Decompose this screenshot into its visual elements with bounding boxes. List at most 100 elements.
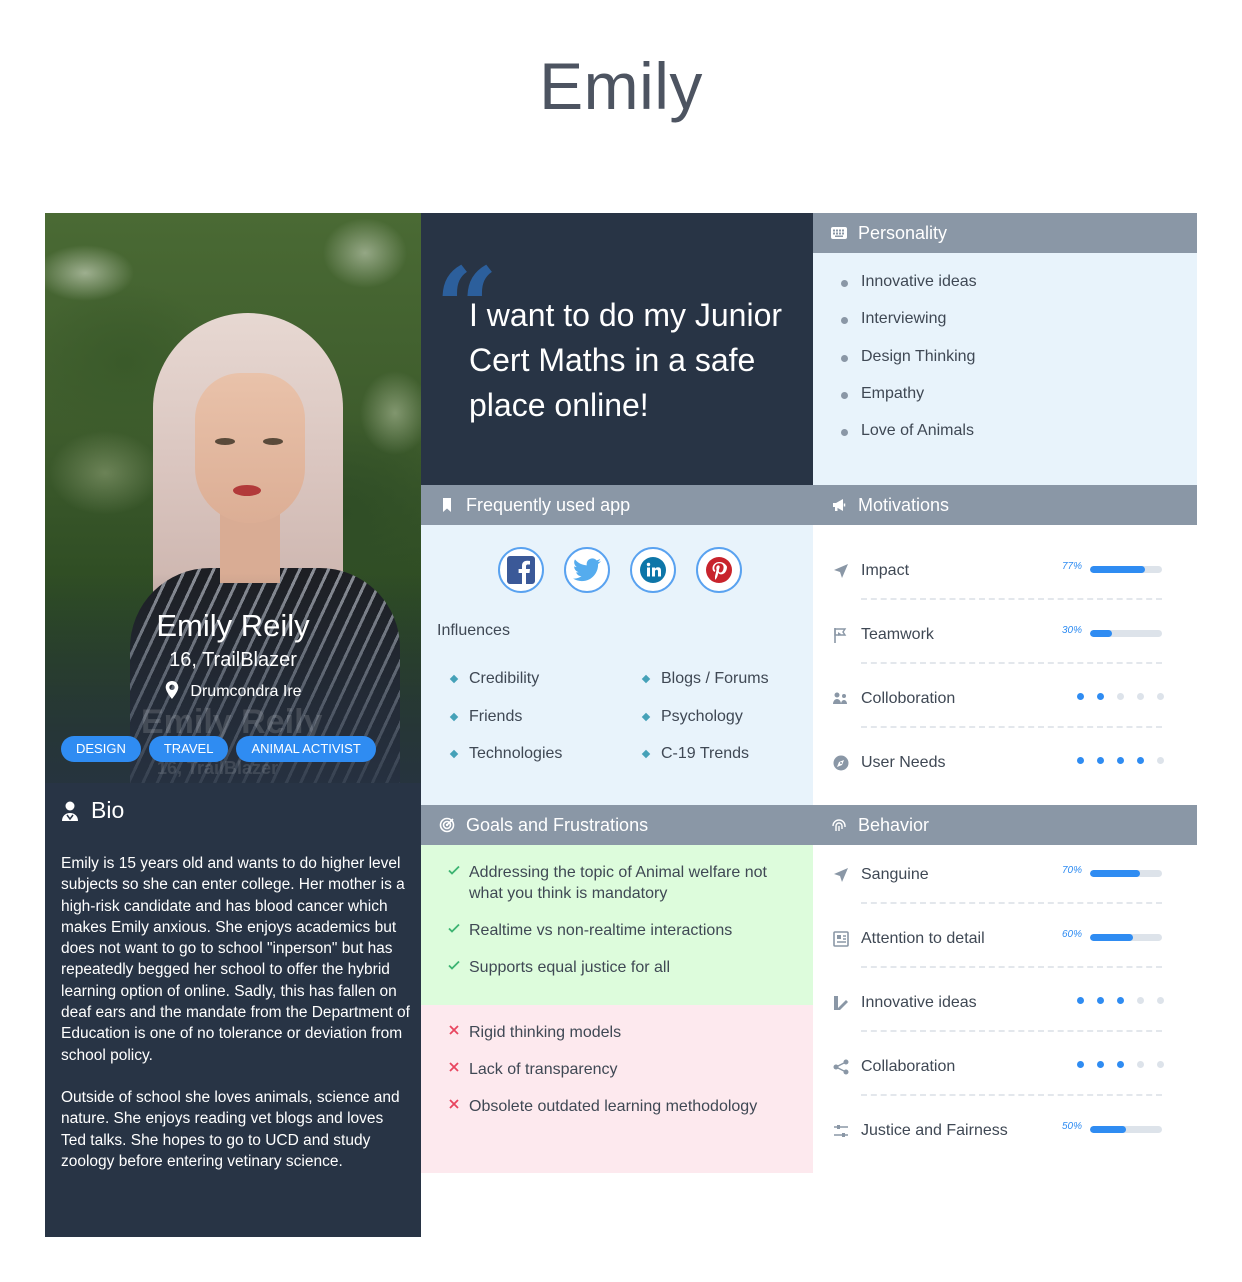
meter-percent: 50% xyxy=(1062,1121,1083,1132)
bookmark-icon xyxy=(443,498,451,512)
goal-item: Supports equal justice for all xyxy=(421,957,813,978)
list-item: Design Thinking xyxy=(813,347,977,384)
frustration-item: Rigid thinking models xyxy=(421,1022,813,1043)
meter-label: Attention to detail xyxy=(861,930,985,947)
motivations-title: Motivations xyxy=(858,494,950,515)
tag-travel[interactable]: Travel xyxy=(148,736,229,762)
meter-row: Attention to detail 60% xyxy=(813,929,1197,994)
rating-dot xyxy=(1157,693,1164,700)
list-item: Innovative ideas xyxy=(813,272,977,309)
rating-dot xyxy=(1157,997,1164,1004)
meter-label: User Needs xyxy=(861,754,946,771)
rating-dot xyxy=(1077,757,1084,764)
bio-heading: Bio xyxy=(61,797,124,824)
influences-list-left: Credibility Friends Technologies xyxy=(449,670,562,783)
frustration-text: Lack of transparency xyxy=(469,1061,618,1078)
progress-fill xyxy=(1090,566,1146,573)
behavior-header: Behavior xyxy=(813,805,1197,845)
twitter-icon[interactable] xyxy=(564,547,610,593)
meter-label: Colloboration xyxy=(861,690,956,707)
tag-design[interactable]: Design xyxy=(61,736,141,762)
newspaper-icon xyxy=(833,931,849,947)
rating-dot xyxy=(1097,757,1104,764)
meter-label: Sanguine xyxy=(861,866,929,883)
check-icon xyxy=(448,923,460,933)
influences-label: Influences xyxy=(437,622,510,639)
linkedin-icon[interactable] xyxy=(630,547,676,593)
progress-bar xyxy=(1090,934,1162,941)
sliders-icon xyxy=(834,1125,848,1137)
rating-dot xyxy=(1097,1061,1104,1068)
flags-icon xyxy=(834,628,847,643)
row-divider xyxy=(861,726,1162,728)
bio-text: Emily is 15 years old and wants to do hi… xyxy=(61,853,411,1172)
profile-location: Drumcondra Ire xyxy=(45,681,421,701)
rating-dot xyxy=(1097,693,1104,700)
apps-panel: Influences Credibility Friends Technolog… xyxy=(421,525,813,805)
goal-text: Realtime vs non-realtime interactions xyxy=(469,922,733,939)
rating-dots xyxy=(1077,757,1164,764)
rating-dot xyxy=(1077,997,1084,1004)
row-divider xyxy=(861,598,1162,600)
rating-dot xyxy=(1137,757,1144,764)
meter-label: Innovative ideas xyxy=(861,994,977,1011)
frustrations-panel: Rigid thinking models Lack of transparen… xyxy=(421,1005,813,1173)
list-item: C-19 Trends xyxy=(641,745,769,783)
rating-dot xyxy=(1137,693,1144,700)
check-icon xyxy=(448,960,460,970)
goal-item: Realtime vs non-realtime interactions xyxy=(421,920,813,941)
rating-dot xyxy=(1117,693,1124,700)
meter-label: Collaboration xyxy=(861,1058,956,1075)
rating-dot xyxy=(1117,997,1124,1004)
meter-row: Sanguine 70% xyxy=(813,865,1197,930)
pinterest-icon[interactable] xyxy=(696,547,742,593)
list-item: Blogs / Forums xyxy=(641,670,769,708)
progress-fill xyxy=(1090,934,1134,941)
list-item: Love of Animals xyxy=(813,421,977,458)
meter-row: Colloboration xyxy=(813,690,1197,754)
list-item: Credibility xyxy=(449,670,562,708)
frustration-text: Obsolete outdated learning methodology xyxy=(469,1098,758,1115)
meter-percent: 60% xyxy=(1062,929,1083,940)
progress-fill xyxy=(1090,1126,1126,1133)
behavior-title: Behavior xyxy=(858,814,930,835)
motivations-panel: Impact 77% Teamwork 30% Colloboration User Ne… xyxy=(813,525,1197,805)
progress-bar xyxy=(1090,630,1162,637)
quote-text: I want to do my Junior Cert Maths in a s… xyxy=(469,297,783,423)
profile-name: Emily Reily xyxy=(156,608,310,643)
check-icon xyxy=(448,865,460,875)
goal-item: Addressing the topic of Animal welfare n… xyxy=(421,862,813,904)
meter-row: Collaboration xyxy=(813,1058,1197,1122)
cross-icon xyxy=(449,1062,459,1072)
row-divider xyxy=(861,1094,1162,1096)
location-text: Drumcondra Ire xyxy=(190,683,302,700)
list-item: Technologies xyxy=(449,745,562,783)
rating-dot xyxy=(1077,693,1084,700)
target-icon xyxy=(439,817,455,833)
user-icon xyxy=(62,801,78,821)
share-icon xyxy=(833,1059,849,1075)
facebook-icon[interactable] xyxy=(498,547,544,593)
bio-paragraph-2: Outside of school she loves animals, sci… xyxy=(61,1088,400,1170)
tag-animal-activist[interactable]: Animal Activist xyxy=(236,736,376,762)
meter-label: Impact xyxy=(861,562,910,579)
list-item: Psychology xyxy=(641,708,769,746)
row-divider xyxy=(861,902,1162,904)
meter-row: Justice and Fairness 50% xyxy=(813,1121,1197,1186)
rating-dots xyxy=(1077,693,1164,700)
bio-title: Bio xyxy=(91,797,125,823)
row-divider xyxy=(861,662,1162,664)
goal-text: Addressing the topic of Animal welfare n… xyxy=(469,864,767,902)
list-item: Empathy xyxy=(813,384,977,421)
meter-percent: 77% xyxy=(1062,561,1083,572)
list-item: Friends xyxy=(449,708,562,746)
rating-dot xyxy=(1117,1061,1124,1068)
cross-icon xyxy=(449,1025,459,1035)
rating-dot xyxy=(1137,1061,1144,1068)
page-title: Emily xyxy=(539,49,703,123)
profile-subtitle: 16, TrailBlazer xyxy=(169,649,297,671)
goals-header: Goals and Frustrations xyxy=(421,805,813,845)
apps-header: Frequently used app xyxy=(421,485,813,525)
personality-title: Personality xyxy=(858,222,948,243)
meter-percent: 70% xyxy=(1062,865,1083,876)
